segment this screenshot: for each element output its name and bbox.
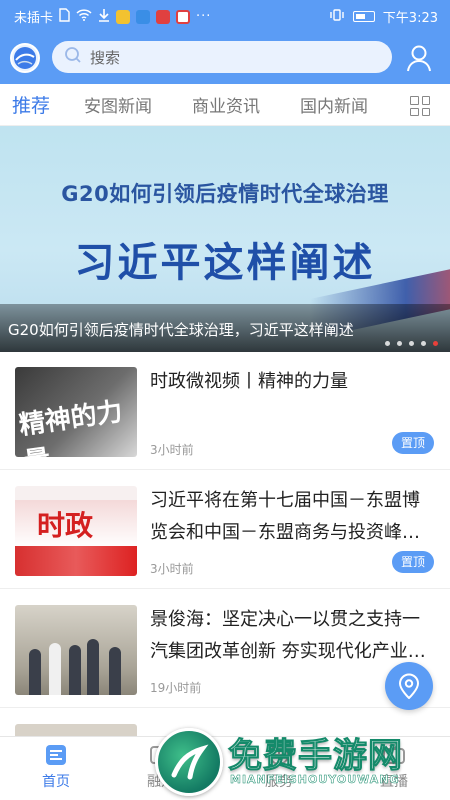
news-item[interactable]: 景俊海：坚定决心一以贯之支持一汽集团改革创新 夯实现代化产业体系 19小时前 [0,590,450,708]
app-icon [176,9,191,24]
pinned-badge: 置顶 [392,551,434,573]
watermark-subtitle: MIANFEISHOUYOUWANG [230,773,400,787]
banner-headline-line2: 习近平这样阐述 [74,240,376,286]
thumbnail-figure [87,639,99,695]
thumbnail-figure [49,643,61,695]
news-title: 时政微视频丨精神的力量 [150,371,348,392]
watermark-title: 免费手游网 [228,736,403,777]
wifi-icon [76,8,92,25]
news-title: 习近平将在第十七届中国－东盟博览会和中国－东盟商务与投资峰会开幕式上致辞 [150,490,420,543]
nav-home[interactable]: 首页 [21,743,91,791]
carousel-dot[interactable] [409,341,414,346]
carousel-dot[interactable] [385,341,390,346]
news-time: 19小时前 [150,681,202,695]
status-right: 下午3:23 [329,7,438,26]
nav-label: 首页 [42,774,70,790]
carousel-dots [385,341,438,346]
news-item[interactable]: 精神的力量 时政微视频丨精神的力量 3小时前 置顶 [0,352,450,470]
sim-card-icon [59,7,70,26]
vibrate-icon [329,8,345,25]
news-thumbnail: 时政 [15,486,137,576]
news-thumbnail [15,724,137,736]
search-placeholder: 搜索 [90,48,121,67]
watermark-logo-icon [155,728,223,796]
news-item[interactable]: 时政 习近平将在第十七届中国－东盟博览会和中国－东盟商务与投资峰会开幕式上致辞 … [0,471,450,589]
carrier-text: 未插卡 [14,11,54,26]
grid-icon[interactable] [410,96,430,116]
tab-business[interactable]: 商业资讯 [192,92,260,117]
carousel-dot[interactable] [421,341,426,346]
more-icon: ··· [196,9,212,24]
location-icon [398,673,420,703]
status-left: 未插卡 ··· [14,7,211,26]
tab-domestic[interactable]: 国内新闻 [300,92,368,117]
pinned-badge: 置顶 [392,432,434,454]
battery-icon [352,11,375,22]
app-logo-icon[interactable] [10,43,40,73]
search-icon [64,46,82,68]
thumbnail-text: 时政 [37,509,94,542]
banner-caption: G20如何引领后疫情时代全球治理，习近平这样阐述 [8,321,354,339]
carousel-dot[interactable] [397,341,402,346]
news-title: 景俊海：坚定决心一以贯之支持一汽集团改革创新 夯实现代化产业体系 [150,609,426,662]
banner-carousel[interactable]: G20如何引领后疫情时代全球治理 习近平这样阐述 G20如何引领后疫情时代全球治… [0,126,450,352]
category-tabs: 推荐 安图新闻 商业资讯 国内新闻 [0,84,450,126]
location-fab[interactable] [385,662,433,710]
search-input[interactable]: 搜索 [52,41,392,73]
thumbnail-figure [109,647,121,695]
app-icon [116,9,131,24]
thumbnail-text: 精神的力量 [17,396,125,457]
home-icon [44,743,68,767]
tab-antu-news[interactable]: 安图新闻 [84,92,152,117]
news-time: 3小时前 [150,562,194,576]
news-thumbnail [15,605,137,695]
user-icon[interactable] [406,44,432,72]
status-bar: 未插卡 ··· 下午3:23 [0,0,450,32]
banner-headline-line1: G20如何引领后疫情时代全球治理 [61,182,389,206]
app-icon [136,9,151,24]
news-thumbnail: 精神的力量 [15,367,137,457]
news-list: 精神的力量 时政微视频丨精神的力量 3小时前 置顶 时政 习近平将在第十七届中国… [0,352,450,736]
news-time: 3小时前 [150,443,194,457]
thumbnail-figure [29,649,41,695]
thumbnail-flag [15,546,137,576]
app-icon [156,9,171,24]
carousel-dot-active[interactable] [433,341,438,346]
top-bar: 未插卡 ··· 下午3:23 搜索 [0,0,450,84]
thumbnail-figure [69,645,81,695]
status-time: 下午3:23 [382,11,438,26]
tab-recommend[interactable]: 推荐 [12,91,50,118]
download-icon [98,8,110,26]
app-header: 搜索 [0,32,450,84]
